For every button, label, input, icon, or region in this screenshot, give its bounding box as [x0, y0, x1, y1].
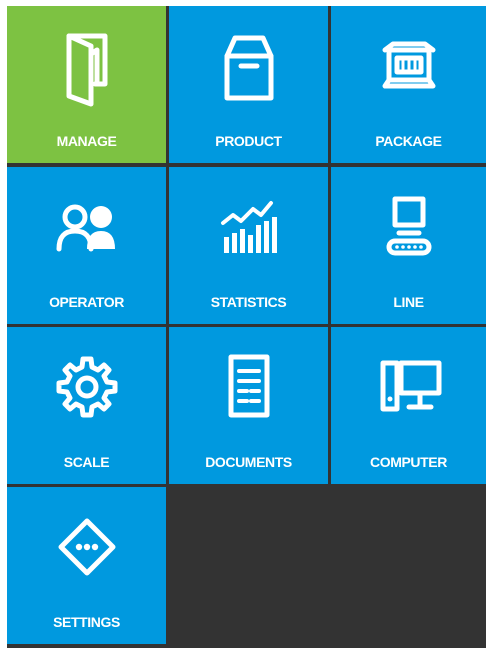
scale-tile[interactable]: SCALE [7, 327, 166, 484]
settings-icon [7, 507, 166, 587]
line-label: LINE [393, 294, 424, 310]
folder-icon [7, 26, 166, 107]
users-icon [7, 187, 166, 267]
document-icon [169, 347, 328, 427]
computer-tile[interactable]: COMPUTER [331, 327, 486, 484]
documents-label: DOCUMENTS [205, 454, 292, 470]
documents-tile[interactable]: DOCUMENTS [169, 327, 328, 484]
operator-label: OPERATOR [49, 294, 124, 310]
settings-tile[interactable]: SETTINGS [7, 487, 166, 644]
scale-label: SCALE [63, 454, 110, 470]
box-icon [169, 26, 328, 106]
conveyor-icon [331, 187, 486, 267]
statistics-label: STATISTICS [210, 294, 287, 310]
product-tile[interactable]: PRODUCT [169, 6, 328, 163]
main-menu-grid: MANAGE PRODUCT PACKAGE OPERATOR STATISTI… [7, 6, 486, 648]
line-tile[interactable]: LINE [331, 167, 486, 324]
settings-label: SETTINGS [53, 614, 120, 630]
computer-label: COMPUTER [370, 454, 447, 470]
statistics-icon [169, 187, 328, 267]
statistics-tile[interactable]: STATISTICS [169, 167, 328, 324]
manage-tile[interactable]: MANAGE [7, 6, 166, 163]
manage-label: MANAGE [56, 133, 117, 149]
package-tile[interactable]: PACKAGE [331, 6, 486, 163]
package-icon [331, 26, 486, 106]
operator-tile[interactable]: OPERATOR [7, 167, 166, 324]
computer-icon [331, 347, 486, 427]
gear-icon [7, 347, 166, 427]
product-label: PRODUCT [215, 133, 282, 149]
package-label: PACKAGE [375, 133, 442, 149]
